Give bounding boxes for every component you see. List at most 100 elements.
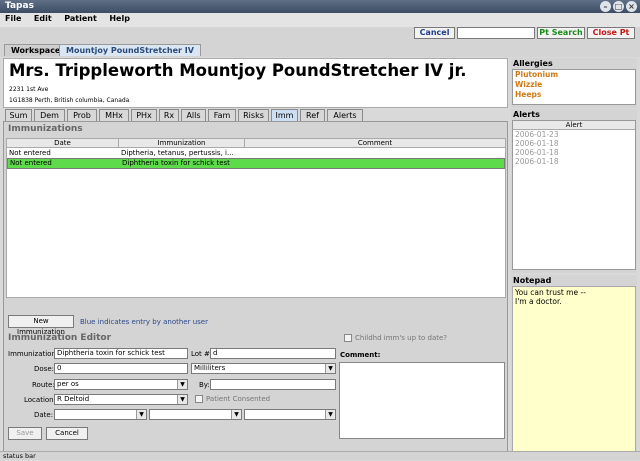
menu-file[interactable]: File xyxy=(0,13,26,23)
tab-prob[interactable]: Prob xyxy=(67,109,97,121)
chevron-down-icon[interactable]: ▼ xyxy=(325,410,335,419)
list-item[interactable]: Plutonium xyxy=(513,70,635,80)
childhood-imm-label: Childhd imm's up to date? xyxy=(355,334,447,342)
patient-consented-checkbox[interactable] xyxy=(195,395,203,403)
childhood-imm-checkbox[interactable] xyxy=(344,334,352,342)
comment-label: Comment: xyxy=(340,351,381,359)
chevron-down-icon[interactable]: ▼ xyxy=(136,410,146,419)
dose-unit-value: Milliliters xyxy=(194,364,226,372)
window-title: Tapas xyxy=(5,1,34,11)
immunizations-title: Immunizations xyxy=(8,124,83,134)
chevron-down-icon[interactable]: ▼ xyxy=(177,395,187,404)
route-label: Route: xyxy=(32,381,55,389)
lot-input[interactable]: d xyxy=(210,348,336,359)
column-header-date[interactable]: Date xyxy=(7,139,119,148)
chevron-down-icon[interactable]: ▼ xyxy=(177,380,187,389)
route-value: per os xyxy=(57,380,79,388)
menu-help[interactable]: Help xyxy=(104,13,135,23)
notepad-line: I'm a doctor. xyxy=(515,297,562,306)
menu-edit[interactable]: Edit xyxy=(29,13,57,23)
patient-address-line2: 1G1838 Perth, British columbia, Canada xyxy=(9,97,130,104)
immunizations-table: Date Immunization Comment Not entered Di… xyxy=(6,138,506,298)
immunization-label: Immunization: xyxy=(8,350,59,358)
date-year-select[interactable]: ▼ xyxy=(244,409,336,420)
cancel-search-button[interactable]: Cancel xyxy=(414,27,455,39)
by-input[interactable] xyxy=(210,379,336,390)
tab-ref[interactable]: Ref xyxy=(300,109,325,121)
dose-unit-select[interactable]: Milliliters ▼ xyxy=(191,363,336,374)
pt-search-button[interactable]: Pt Search xyxy=(537,27,585,39)
notepad-textarea[interactable]: You can trust me -- I'm a doctor. xyxy=(512,286,636,452)
editor-title: Immunization Editor xyxy=(8,333,112,343)
patient-search-input[interactable] xyxy=(457,27,535,39)
location-label: Location: xyxy=(24,396,56,404)
tab-alerts[interactable]: Alerts xyxy=(327,109,363,121)
allergies-list[interactable]: Plutonium Wizzle Heeps xyxy=(512,69,636,105)
list-item[interactable]: 2006-01-18 xyxy=(513,157,635,166)
column-header-comment[interactable]: Comment xyxy=(245,139,505,148)
minimize-icon[interactable]: – xyxy=(600,1,611,12)
tab-risks[interactable]: Risks xyxy=(238,109,269,121)
maximize-icon[interactable]: □ xyxy=(613,1,624,12)
close-pt-button[interactable]: Close Pt xyxy=(587,27,635,39)
patient-address-line1: 2231 1st Ave xyxy=(9,86,49,93)
save-button[interactable]: Save xyxy=(8,427,42,440)
row-immunization: Diptheria, tetanus, pertussis, i... xyxy=(121,149,234,157)
route-select[interactable]: per os ▼ xyxy=(54,379,188,390)
list-item[interactable]: Wizzle xyxy=(513,80,635,90)
location-value: R Deltoid xyxy=(57,395,90,403)
tab-imm[interactable]: Imm xyxy=(271,109,298,121)
tab-phx[interactable]: PHx xyxy=(131,109,157,121)
date-day-select[interactable]: ▼ xyxy=(149,409,242,420)
table-row[interactable]: Not entered Diptheria, tetanus, pertussi… xyxy=(7,149,505,158)
date-label: Date: xyxy=(34,411,54,419)
document-tabbar: Cancel Pt Search Close Pt Workspace Moun… xyxy=(0,27,640,57)
column-header-alert[interactable]: Alert xyxy=(513,121,635,130)
tab-dem[interactable]: Dem xyxy=(34,109,65,121)
patient-header: Mrs. Trippleworth Mountjoy PoundStretche… xyxy=(3,58,508,108)
allergies-title: Allergies xyxy=(513,59,553,68)
row-immunization: Diphtheria toxin for schick test xyxy=(122,159,230,167)
notepad-line: You can trust me -- xyxy=(515,288,586,297)
window-controls: – □ × xyxy=(600,1,637,12)
immunization-input[interactable]: Diphtheria toxin for schick test xyxy=(54,348,188,359)
notepad-title: Notepad xyxy=(513,276,552,285)
location-select[interactable]: R Deltoid ▼ xyxy=(54,394,188,405)
tab-rx[interactable]: Rx xyxy=(159,109,179,121)
date-month-select[interactable]: ▼ xyxy=(54,409,147,420)
list-item[interactable]: 2006-01-18 xyxy=(513,139,635,148)
row-date: Not entered xyxy=(10,159,52,167)
alerts-panel: Alerts Alert 2006-01-23 2006-01-18 2006-… xyxy=(511,109,637,273)
dose-label: Dose: xyxy=(34,365,54,373)
chart-tabs: Sum Dem Prob MHx PHx Rx Alls Fam Risks I… xyxy=(3,109,508,121)
tab-alls[interactable]: Alls xyxy=(181,109,206,121)
tab-sum[interactable]: Sum xyxy=(5,109,32,121)
new-immunization-button[interactable]: New Immunization xyxy=(8,315,74,336)
chevron-down-icon[interactable]: ▼ xyxy=(231,410,241,419)
alerts-table: Alert 2006-01-23 2006-01-18 2006-01-18 2… xyxy=(512,120,636,270)
list-item[interactable]: 2006-01-23 xyxy=(513,130,635,139)
comment-textarea[interactable] xyxy=(339,362,505,439)
tab-fam[interactable]: Fam xyxy=(208,109,236,121)
column-header-immunization[interactable]: Immunization xyxy=(119,139,245,148)
status-bar: status bar xyxy=(0,451,640,460)
immunizations-panel: Immunizations Date Immunization Comment … xyxy=(3,121,508,456)
chevron-down-icon[interactable]: ▼ xyxy=(325,364,335,373)
patient-consented-label: Patient Consented xyxy=(206,395,271,403)
table-row-selected[interactable]: Not entered Diphtheria toxin for schick … xyxy=(7,158,505,169)
list-item[interactable]: 2006-01-18 xyxy=(513,148,635,157)
tab-workspace[interactable]: Workspace xyxy=(4,44,68,56)
notepad-panel: Notepad You can trust me -- I'm a doctor… xyxy=(511,275,637,452)
by-label: By: xyxy=(199,381,210,389)
tab-patient[interactable]: Mountjoy PoundStretcher IV xyxy=(59,44,201,56)
list-item[interactable]: Heeps xyxy=(513,90,635,100)
menu-patient[interactable]: Patient xyxy=(59,13,102,23)
dose-input[interactable]: 0 xyxy=(54,363,188,374)
window-titlebar: Tapas – □ × xyxy=(0,0,640,13)
close-icon[interactable]: × xyxy=(626,1,637,12)
row-date: Not entered xyxy=(9,149,51,157)
patient-name: Mrs. Trippleworth Mountjoy PoundStretche… xyxy=(9,61,467,80)
tab-mhx[interactable]: MHx xyxy=(99,109,129,121)
cancel-button[interactable]: Cancel xyxy=(46,427,88,440)
blue-entry-note: Blue indicates entry by another user xyxy=(80,318,208,326)
